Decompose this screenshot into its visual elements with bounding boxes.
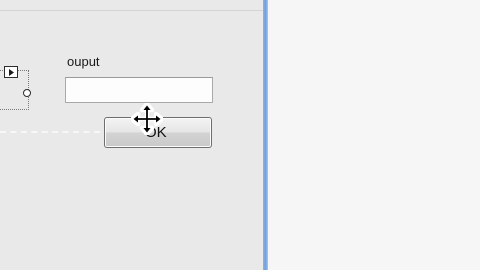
top-divider [0, 0, 263, 11]
form-area: ouput OK [0, 0, 263, 270]
output-label: ouput [67, 54, 100, 69]
dashed-divider [0, 131, 100, 133]
play-icon[interactable] [4, 66, 18, 78]
node-icon[interactable] [23, 89, 31, 97]
right-pane [268, 0, 480, 270]
ok-button[interactable]: OK [104, 117, 212, 148]
output-field[interactable] [65, 77, 213, 103]
